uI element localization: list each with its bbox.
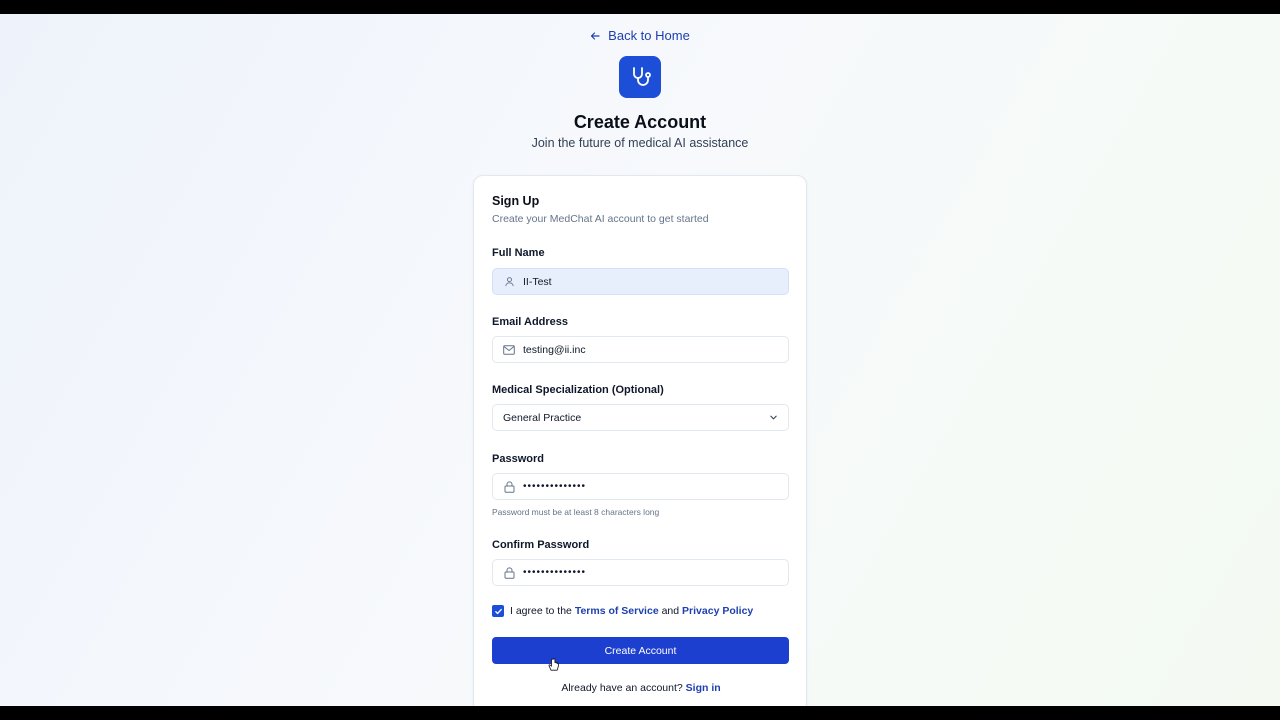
confirm-password-label: Confirm Password <box>492 539 590 551</box>
signin-prompt: Already have an account? <box>561 682 683 694</box>
user-icon <box>503 276 515 288</box>
full-name-input[interactable]: II-Test <box>492 268 789 295</box>
password-label: Password <box>492 453 544 465</box>
create-account-button[interactable]: Create Account <box>492 637 789 664</box>
specialization-select[interactable]: General Practice <box>492 404 789 431</box>
terms-of-service-link[interactable]: Terms of Service <box>575 605 659 617</box>
agree-and: and <box>661 605 680 617</box>
terms-agreement: I agree to the Terms of Service and Priv… <box>492 605 753 617</box>
lock-icon <box>503 480 515 493</box>
page-title: Create Account <box>573 112 707 132</box>
card-description: Create your MedChat AI account to get st… <box>492 213 709 225</box>
page-subtitle: Join the future of medical AI assistance <box>531 136 749 150</box>
specialization-label: Medical Specialization (Optional) <box>492 384 664 396</box>
confirm-password-input[interactable]: •••••••••••••• <box>492 559 789 586</box>
mail-icon <box>503 344 515 356</box>
back-to-home-link[interactable]: Back to Home <box>0 28 1280 43</box>
email-input[interactable]: testing@ii.inc <box>492 336 789 363</box>
arrow-left-icon <box>590 29 600 43</box>
page-viewport: Back to Home Create Account Join the fut… <box>0 14 1280 706</box>
password-value: •••••••••••••• <box>523 481 587 492</box>
specialization-value: General Practice <box>503 411 582 424</box>
lock-icon <box>503 566 515 579</box>
full-name-label: Full Name <box>492 247 545 259</box>
confirm-password-value: •••••••••••••• <box>523 567 587 578</box>
back-to-home-label: Back to Home <box>608 28 690 43</box>
password-input[interactable]: •••••••••••••• <box>492 473 789 500</box>
hand-pointer-cursor-icon <box>548 658 560 677</box>
email-label: Email Address <box>492 316 569 328</box>
terms-checkbox[interactable] <box>492 605 504 617</box>
email-value: testing@ii.inc <box>523 343 586 356</box>
checkmark-icon <box>494 608 502 614</box>
sign-in-link[interactable]: Sign in <box>686 682 721 694</box>
full-name-value: II-Test <box>523 275 552 288</box>
password-hint: Password must be at least 8 characters l… <box>492 507 660 517</box>
signup-card: Sign Up Create your MedChat AI account t… <box>473 175 807 706</box>
privacy-policy-link[interactable]: Privacy Policy <box>682 605 753 617</box>
stethoscope-logo <box>619 56 661 98</box>
card-title: Sign Up <box>492 194 540 208</box>
agree-prefix: I agree to the <box>510 605 572 617</box>
signin-row: Already have an account? Sign in <box>474 682 808 694</box>
stethoscope-icon <box>633 67 651 86</box>
chevron-down-icon <box>769 413 778 425</box>
